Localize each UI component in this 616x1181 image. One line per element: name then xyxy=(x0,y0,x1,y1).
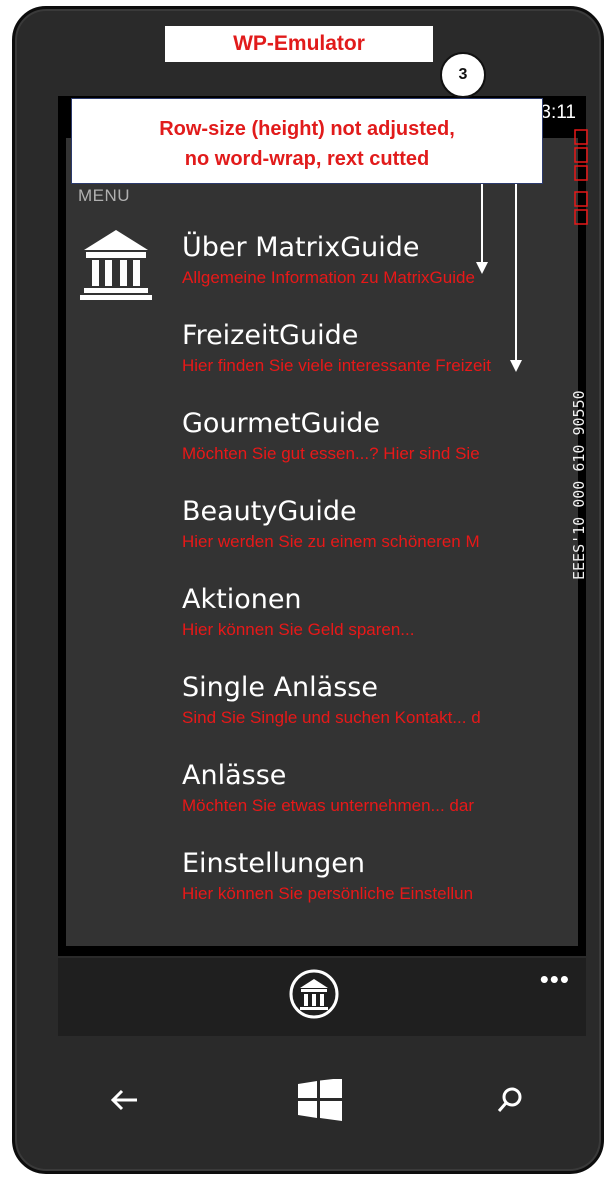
menu-item-title: Aktionen xyxy=(182,584,302,615)
menu-item-subtitle: Möchten Sie etwas unternehmen... dar xyxy=(182,796,474,815)
search-icon xyxy=(497,1087,522,1112)
application-bar: ••• xyxy=(58,958,586,1036)
menu-page: MENU Über MatrixGuide Allgemeine Informa… xyxy=(66,138,578,946)
menu-item-gourmetguide[interactable]: GourmetGuide Möchten Sie gut essen...? H… xyxy=(182,406,572,466)
callout-line-2: no word-wrap, rext cutted xyxy=(184,148,430,170)
menu-item-aktionen[interactable]: Aktionen Hier können Sie Geld sparen... xyxy=(182,582,572,642)
debug-counter-red xyxy=(574,129,588,225)
menu-item-title: Anlässe xyxy=(182,760,287,791)
hardware-nav-bar xyxy=(60,1060,584,1140)
menu-item-title: Single Anlässe xyxy=(182,672,378,703)
windows-logo-icon xyxy=(298,1079,342,1121)
search-button[interactable] xyxy=(480,1072,540,1128)
step-number-badge: 3 xyxy=(440,52,486,98)
menu-item-single-anlaesse[interactable]: Single Anlässe Sind Sie Single und suche… xyxy=(182,670,572,730)
status-clock: 3:11 xyxy=(540,102,576,123)
phone-screen: ... 3:11 MENU Über MatrixGuide Allgemein… xyxy=(58,96,586,956)
menu-item-title: FreizeitGuide xyxy=(182,320,359,351)
emulator-title-label: WP-Emulator xyxy=(165,26,433,62)
menu-item-title: Einstellungen xyxy=(182,848,366,879)
menu-item-beautyguide[interactable]: BeautyGuide Hier werden Sie zu einem sch… xyxy=(182,494,572,554)
more-options-button[interactable]: ••• xyxy=(540,964,570,995)
menu-item-subtitle: Sind Sie Single und suchen Kontakt... d xyxy=(182,708,481,727)
debug-counter-strip: EEES'10 000 610 90550 xyxy=(570,390,588,580)
menu-item-subtitle: Hier werden Sie zu einem schöneren M xyxy=(182,532,480,551)
annotation-arrow-2 xyxy=(515,184,517,364)
menu-item-title: BeautyGuide xyxy=(182,496,357,527)
menu-item-ueber-matrixguide[interactable]: Über MatrixGuide Allgemeine Information … xyxy=(182,230,572,290)
menu-item-subtitle: Allgemeine Information zu MatrixGuide xyxy=(182,268,475,287)
menu-item-title: Über MatrixGuide xyxy=(182,232,420,263)
menu-item-subtitle: Möchten Sie gut essen...? Hier sind Sie xyxy=(182,444,480,463)
menu-item-einstellungen[interactable]: Einstellungen Hier können Sie persönlich… xyxy=(182,846,572,906)
museum-building-icon xyxy=(80,230,152,300)
annotation-callout: Row-size (height) not adjusted, no word-… xyxy=(71,98,543,184)
annotation-arrowhead-2 xyxy=(510,360,522,372)
museum-appbar-button-icon[interactable] xyxy=(288,968,340,1020)
annotation-arrowhead-1 xyxy=(476,262,488,274)
start-button[interactable] xyxy=(290,1072,350,1128)
menu-item-anlaesse[interactable]: Anlässe Möchten Sie etwas unternehmen...… xyxy=(182,758,572,818)
callout-line-1: Row-size (height) not adjusted, xyxy=(159,118,455,140)
back-button[interactable] xyxy=(94,1072,154,1128)
menu-item-subtitle: Hier können Sie persönliche Einstellun xyxy=(182,884,474,903)
page-title: MENU xyxy=(78,186,131,205)
annotation-arrow-1 xyxy=(481,184,483,266)
menu-item-title: GourmetGuide xyxy=(182,408,380,439)
back-arrow-icon xyxy=(110,1089,137,1111)
menu-item-subtitle: Hier können Sie Geld sparen... xyxy=(182,620,415,639)
